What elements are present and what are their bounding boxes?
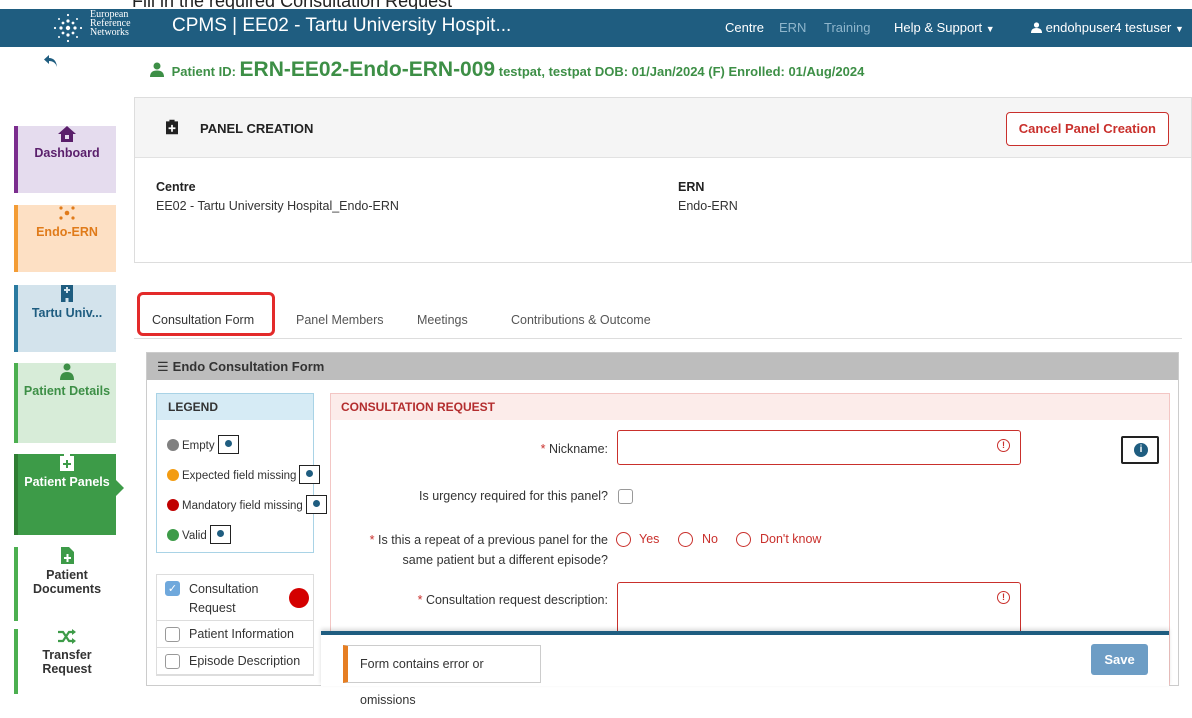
document-plus-icon <box>60 547 74 564</box>
patient-dob: DOB: 01/Jan/2024 (F) <box>594 64 725 79</box>
tab-meetings[interactable]: Meetings <box>417 313 468 327</box>
repeat-yes-radio[interactable] <box>616 532 631 547</box>
info-icon <box>305 495 327 514</box>
form-header: ☰ Endo Consultation Form <box>147 353 1178 380</box>
section-item-consultation-request[interactable]: ✓ Consultation Request <box>157 575 313 621</box>
user-icon <box>1031 22 1042 33</box>
checkbox[interactable] <box>165 654 180 669</box>
home-icon <box>58 126 76 142</box>
info-icon <box>217 435 239 454</box>
info-icon <box>209 525 231 544</box>
status-dot-red <box>289 588 309 608</box>
ern-value: Endo-ERN <box>678 199 738 213</box>
user-menu[interactable]: endohpuser4 testuser ▼ <box>1031 20 1184 35</box>
centre-value: EE02 - Tartu University Hospital_Endo-ER… <box>156 199 399 213</box>
nickname-label: * Nickname: <box>540 442 608 456</box>
repeat-dont-know-label: Don't know <box>760 532 822 546</box>
repeat-no-radio[interactable] <box>678 532 693 547</box>
sidebar-item-patient-panels[interactable]: Patient Panels <box>14 454 124 535</box>
legend-box: LEGEND Empty Expected field missing Mand… <box>156 393 327 553</box>
info-button[interactable]: i <box>1121 436 1159 464</box>
ern-label: ERN <box>678 180 705 194</box>
status-dot-grey <box>167 439 179 451</box>
repeat-panel-label: * Is this a repeat of a previous panel f… <box>369 533 608 567</box>
error-icon: ! <box>997 591 1010 604</box>
repeat-dont-know-radio[interactable] <box>736 532 751 547</box>
sidebar: Dashboard Endo-ERN Tartu Univ... Patient… <box>14 112 124 694</box>
legend-item-empty: Empty <box>167 435 239 454</box>
network-icon <box>59 206 75 220</box>
shuffle-icon <box>58 629 76 644</box>
ern-logo-text: European Reference Networks <box>90 9 131 38</box>
tab-panel-members[interactable]: Panel Members <box>296 313 384 327</box>
help-support-menu[interactable]: Help & Support ▼ <box>894 20 995 35</box>
patient-icon <box>150 62 164 77</box>
repeat-yes-label: Yes <box>639 532 660 546</box>
form-sections-list: ✓ Consultation Request Patient Informati… <box>156 574 314 676</box>
patient-enrolled: Enrolled: 01/Aug/2024 <box>728 64 865 79</box>
checkbox-checked-icon[interactable]: ✓ <box>165 581 180 596</box>
info-icon: i <box>1134 443 1148 457</box>
legend-title: LEGEND <box>157 394 313 420</box>
sidebar-item-transfer-request[interactable]: Transfer Request <box>14 629 116 694</box>
app-title: CPMS | EE02 - Tartu University Hospit... <box>172 15 512 36</box>
section-item-patient-information[interactable]: Patient Information <box>157 621 313 648</box>
nav-training[interactable]: Training <box>824 20 870 35</box>
nav-ern[interactable]: ERN <box>779 20 806 35</box>
sidebar-item-endo-ern[interactable]: Endo-ERN <box>14 205 116 272</box>
status-dot-green <box>167 529 179 541</box>
ern-logo-icon <box>53 13 83 43</box>
tab-contributions-outcome[interactable]: Contributions & Outcome <box>511 313 651 327</box>
form-footer: Form contains error or omissions Save <box>321 631 1169 707</box>
panel-creation-title: PANEL CREATION <box>200 121 314 136</box>
section-item-episode-description[interactable]: Episode Description <box>157 648 313 675</box>
sidebar-item-dashboard[interactable]: Dashboard <box>14 126 116 193</box>
legend-item-valid: Valid <box>167 525 231 544</box>
caret-down-icon: ▼ <box>985 24 995 34</box>
consultation-request-title: CONSULTATION REQUEST <box>331 394 1169 420</box>
info-icon <box>299 465 321 484</box>
patient-header: Patient ID: ERN-EE02-Endo-ERN-009 testpa… <box>149 58 864 82</box>
status-dot-orange <box>167 469 179 481</box>
legend-item-expected: Expected field missing <box>167 465 321 484</box>
form-error-message: Form contains error or omissions <box>343 645 541 707</box>
clipboard-plus-icon <box>60 454 74 471</box>
sidebar-item-tartu-univ[interactable]: Tartu Univ... <box>14 285 116 352</box>
clipboard-plus-icon <box>166 119 178 135</box>
urgency-checkbox[interactable] <box>618 489 633 504</box>
sidebar-item-patient-documents[interactable]: Patient Documents <box>14 547 116 621</box>
list-icon: ☰ <box>157 359 169 374</box>
panel-creation-header: PANEL CREATION Cancel Panel Creation <box>135 98 1191 158</box>
cancel-panel-creation-button[interactable]: Cancel Panel Creation <box>1005 112 1169 146</box>
patient-name: testpat, testpat <box>498 64 592 79</box>
panel-creation-card: PANEL CREATION Cancel Panel Creation Cen… <box>134 97 1192 263</box>
urgency-label: Is urgency required for this panel? <box>419 489 608 503</box>
nickname-input[interactable]: ! <box>617 430 1021 465</box>
centre-label: Centre <box>156 180 196 194</box>
tab-consultation-form[interactable]: Consultation Form <box>152 313 254 327</box>
save-button[interactable]: Save <box>1091 644 1148 675</box>
error-icon: ! <box>997 439 1010 452</box>
legend-item-mandatory: Mandatory field missing <box>167 495 327 514</box>
sidebar-item-patient-details[interactable]: Patient Details <box>14 363 116 443</box>
hospital-building-icon <box>61 285 73 302</box>
checkbox[interactable] <box>165 627 180 642</box>
description-label: * Consultation request description: <box>417 593 608 607</box>
caret-down-icon: ▼ <box>1175 24 1184 34</box>
status-dot-red <box>167 499 179 511</box>
back-arrow-icon[interactable] <box>44 54 58 72</box>
repeat-no-label: No <box>702 532 718 546</box>
panel-tabs: Consultation Form Panel Members Meetings… <box>134 292 1182 339</box>
patient-icon <box>60 363 74 380</box>
top-navbar: European Reference Networks CPMS | EE02 … <box>0 9 1192 47</box>
nav-centre[interactable]: Centre <box>725 20 764 35</box>
patient-id: ERN-EE02-Endo-ERN-009 <box>239 58 496 81</box>
